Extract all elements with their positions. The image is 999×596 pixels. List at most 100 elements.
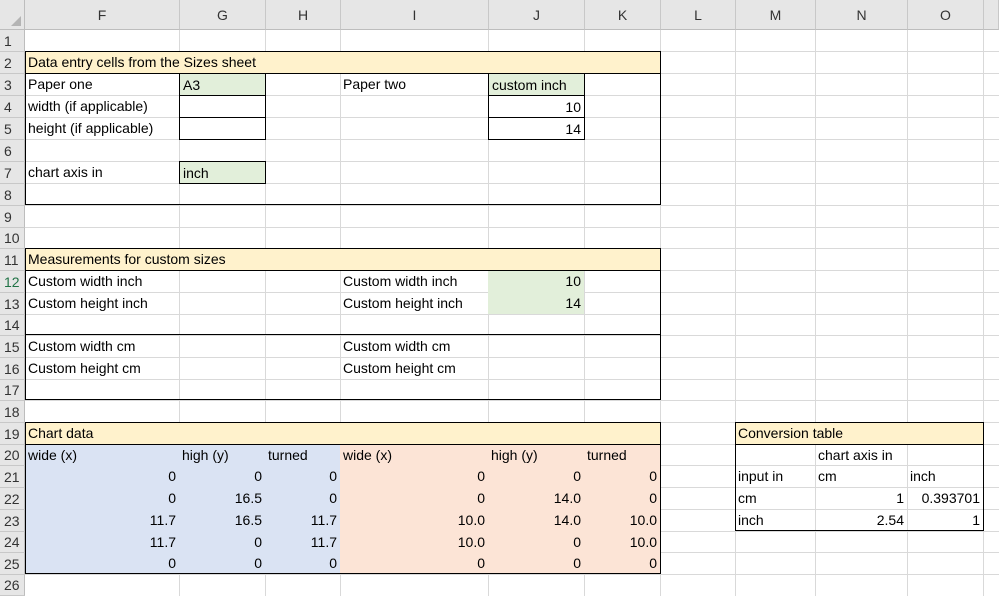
row-header[interactable]: 1 <box>0 30 25 52</box>
row-header[interactable]: 2 <box>0 52 25 74</box>
inch-to-cm-value[interactable]: 2.54 <box>815 509 907 531</box>
row-header[interactable]: 20 <box>0 445 25 466</box>
paper-one-turned-cell[interactable]: 11.7 <box>265 531 340 552</box>
custom-width-inch-label[interactable]: Custom width inch <box>25 270 179 292</box>
row-header[interactable]: 14 <box>0 315 25 336</box>
paper-two-turned-cell[interactable]: 0 <box>584 465 660 487</box>
inch-row-label[interactable]: inch <box>735 509 815 531</box>
custom-width-cm-label[interactable]: Custom width cm <box>340 335 488 357</box>
paper-one-high-y-cell[interactable]: 16.5 <box>179 487 265 509</box>
paper-one-wide-x-cell[interactable]: 0 <box>25 552 179 574</box>
row-header-selected[interactable]: 12 <box>0 271 25 293</box>
paper-two-label[interactable]: Paper two <box>340 73 488 95</box>
section-title-data-entry[interactable]: Data entry cells from the Sizes sheet <box>25 51 425 73</box>
paper-one-high-y-cell[interactable]: 16.5 <box>179 509 265 531</box>
inch-to-inch-value[interactable]: 1 <box>907 509 983 531</box>
paper-one-wide-x-cell[interactable]: 11.7 <box>25 509 179 531</box>
column-header-f[interactable]: F <box>25 0 180 30</box>
paper-one-high-y-cell[interactable]: 0 <box>179 531 265 552</box>
column-header-o[interactable]: O <box>908 0 984 30</box>
row-header[interactable]: 21 <box>0 466 25 488</box>
paper-two-wide-x-cell[interactable]: 10.0 <box>340 509 488 531</box>
column-header-k[interactable]: K <box>585 0 661 30</box>
column-header-p[interactable] <box>984 0 999 30</box>
column-header-l[interactable]: L <box>661 0 736 30</box>
row-header[interactable]: 22 <box>0 488 25 510</box>
row-header[interactable]: 15 <box>0 336 25 358</box>
cm-to-cm-value[interactable]: 1 <box>815 487 907 509</box>
paper-two-turned-cell[interactable]: 10.0 <box>584 531 660 552</box>
paper-one-wide-x-cell[interactable]: 11.7 <box>25 531 179 552</box>
paper-two-high-y-cell[interactable]: 0 <box>488 531 584 552</box>
custom-height-inch-value[interactable]: 14 <box>488 292 584 314</box>
column-header-j[interactable]: J <box>489 0 585 30</box>
paper-one-high-y-cell[interactable]: 0 <box>179 552 265 574</box>
row-header[interactable]: 10 <box>0 228 25 249</box>
height-label[interactable]: height (if applicable) <box>25 117 179 139</box>
input-in-label[interactable]: input in <box>735 465 815 487</box>
paper-two-turned-cell[interactable]: 10.0 <box>584 509 660 531</box>
paper-one-wide-x-cell[interactable]: 0 <box>25 465 179 487</box>
inch-column-header[interactable]: inch <box>907 465 983 487</box>
custom-height-inch-label[interactable]: Custom height inch <box>25 292 179 314</box>
conversion-table-title[interactable]: Conversion table <box>735 422 983 444</box>
paper-two-high-y-header[interactable]: high (y) <box>488 444 584 465</box>
row-header[interactable]: 17 <box>0 380 25 401</box>
row-header[interactable]: 9 <box>0 206 25 228</box>
paper-two-high-y-cell[interactable]: 14.0 <box>488 487 584 509</box>
cm-to-inch-value[interactable]: 0.393701 <box>907 487 983 509</box>
paper-one-high-y-header[interactable]: high (y) <box>179 444 265 465</box>
row-header[interactable]: 23 <box>0 510 25 532</box>
column-header-i[interactable]: I <box>341 0 489 30</box>
paper-one-turned-cell[interactable]: 0 <box>265 487 340 509</box>
paper-two-high-y-cell[interactable]: 14.0 <box>488 509 584 531</box>
paper-one-input[interactable]: A3 <box>179 73 266 96</box>
custom-height-cm-label[interactable]: Custom height cm <box>340 357 488 379</box>
spreadsheet-grid[interactable]: A3 inch custom inch 10 14 Data entry cel… <box>0 0 999 596</box>
cm-row-label[interactable]: cm <box>735 487 815 509</box>
row-header[interactable]: 26 <box>0 575 25 596</box>
paper-one-turned-cell[interactable]: 0 <box>265 465 340 487</box>
paper-two-turned-header[interactable]: turned <box>584 444 660 465</box>
column-header-h[interactable]: H <box>266 0 341 30</box>
custom-width-inch-label[interactable]: Custom width inch <box>340 270 488 292</box>
paper-two-wide-x-cell[interactable]: 0 <box>340 487 488 509</box>
row-header[interactable]: 7 <box>0 162 25 184</box>
paper-one-turned-cell[interactable]: 11.7 <box>265 509 340 531</box>
row-header[interactable]: 24 <box>0 532 25 553</box>
paper-one-width-input[interactable] <box>179 95 266 118</box>
row-header[interactable]: 13 <box>0 293 25 315</box>
paper-two-height-input[interactable]: 14 <box>488 117 585 140</box>
paper-two-turned-cell[interactable]: 0 <box>584 552 660 574</box>
row-header[interactable]: 11 <box>0 249 25 271</box>
row-header[interactable]: 25 <box>0 553 25 575</box>
row-header[interactable]: 4 <box>0 96 25 118</box>
section-title-chart-data[interactable]: Chart data <box>25 422 325 444</box>
column-header-n[interactable]: N <box>816 0 908 30</box>
paper-one-wide-x-header[interactable]: wide (x) <box>25 444 179 465</box>
paper-two-width-input[interactable]: 10 <box>488 95 585 118</box>
paper-two-turned-cell[interactable]: 0 <box>584 487 660 509</box>
row-header[interactable]: 8 <box>0 184 25 206</box>
row-header[interactable]: 5 <box>0 118 25 140</box>
custom-width-cm-label[interactable]: Custom width cm <box>25 335 179 357</box>
row-header[interactable]: 6 <box>0 140 25 162</box>
select-all-button[interactable] <box>0 0 25 30</box>
column-header-m[interactable]: M <box>736 0 816 30</box>
paper-one-height-input[interactable] <box>179 117 266 140</box>
paper-one-turned-cell[interactable]: 0 <box>265 552 340 574</box>
paper-two-wide-x-cell[interactable]: 0 <box>340 552 488 574</box>
section-title-measurements[interactable]: Measurements for custom sizes <box>25 248 425 270</box>
paper-two-high-y-cell[interactable]: 0 <box>488 465 584 487</box>
paper-one-high-y-cell[interactable]: 0 <box>179 465 265 487</box>
row-header[interactable]: 18 <box>0 401 25 423</box>
paper-one-turned-header[interactable]: turned <box>265 444 340 465</box>
paper-two-wide-x-cell[interactable]: 0 <box>340 465 488 487</box>
paper-two-high-y-cell[interactable]: 0 <box>488 552 584 574</box>
chart-axis-input[interactable]: inch <box>179 161 266 184</box>
custom-height-cm-label[interactable]: Custom height cm <box>25 357 179 379</box>
paper-two-input[interactable]: custom inch <box>488 73 585 96</box>
paper-one-wide-x-cell[interactable]: 0 <box>25 487 179 509</box>
chart-axis-label[interactable]: chart axis in <box>25 161 179 183</box>
row-header[interactable]: 19 <box>0 423 25 445</box>
